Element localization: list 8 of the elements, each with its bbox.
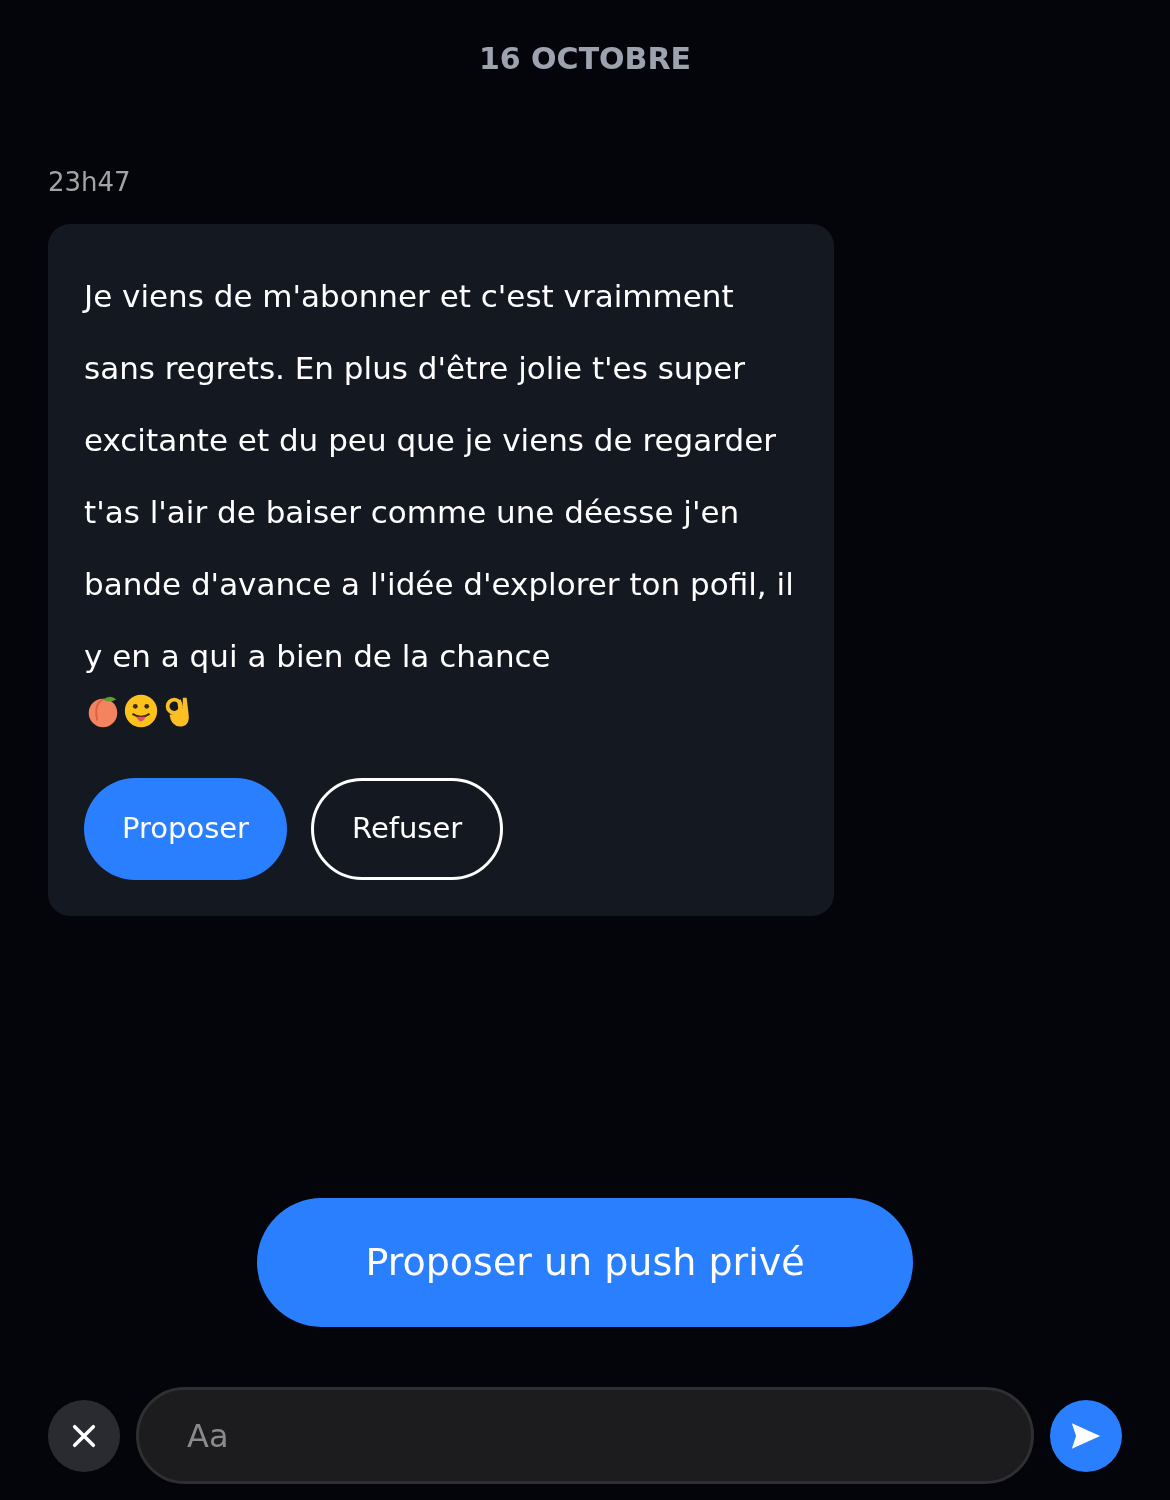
- date-header: 16 OCTOBRE: [478, 40, 692, 78]
- message-text: Je viens de m'abonner et c'est vraimment sans regrets. En plus d'être jolie t'es super excitante et du peu que je viens de regarder t'as l'air de baiser comme une déesse j'en bande d'avance a l'idée d'explorer ton pofil, il y en a qui a bien de la chance: [84, 277, 795, 676]
- propose-button[interactable]: Proposer: [84, 778, 288, 880]
- refuse-button[interactable]: Refuser: [311, 778, 504, 880]
- private-push-button[interactable]: Proposer un push privé: [257, 1198, 913, 1327]
- message-time: 23h47: [48, 167, 131, 197]
- tongue-face-icon: [122, 692, 160, 730]
- message-input-field[interactable]: Aa: [136, 1387, 1034, 1484]
